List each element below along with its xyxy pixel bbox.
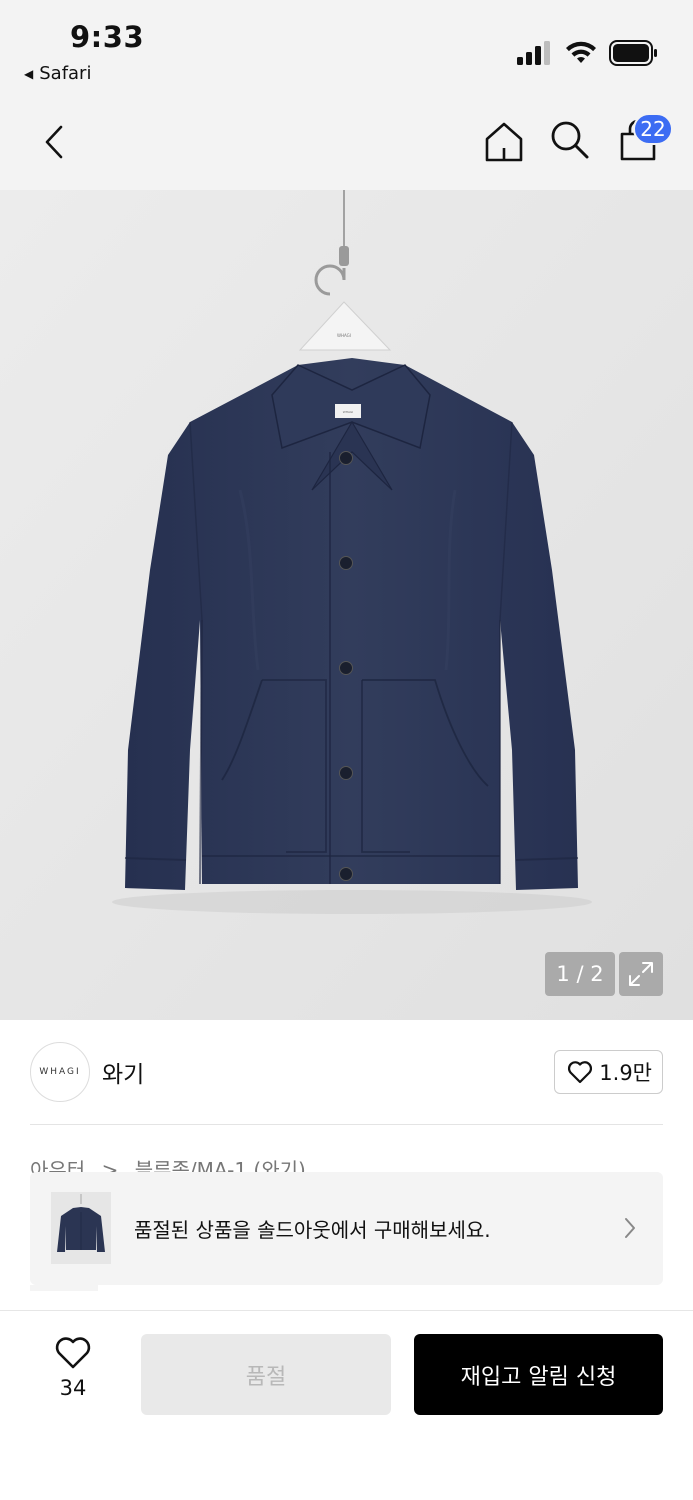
image-counter: 1 / 2 — [545, 952, 615, 996]
back-button[interactable] — [34, 120, 74, 164]
banner-tail — [30, 1285, 98, 1291]
product-image[interactable]: WHAGI WHAGI — [0, 190, 693, 1020]
search-icon — [551, 121, 589, 159]
heart-icon — [568, 1061, 593, 1084]
soldout-banner[interactable]: 품절된 상품을 솔드아웃에서 구매해보세요. — [30, 1172, 663, 1285]
divider — [30, 1124, 663, 1125]
expand-image-button[interactable] — [619, 952, 663, 996]
back-to-app-link[interactable]: ◀ Safari — [24, 63, 91, 84]
chevron-right-icon — [625, 1218, 635, 1238]
banner-text: 품절된 상품을 솔드아웃에서 구매해보세요. — [134, 1218, 491, 1242]
home-button[interactable] — [482, 120, 526, 164]
brand-name[interactable]: 와기 — [102, 1055, 144, 1089]
search-button[interactable] — [548, 118, 592, 162]
status-bar: 9:33 ◀ Safari — [0, 0, 693, 100]
hanger-tag-text: WHAGI — [337, 333, 351, 338]
expand-icon — [629, 962, 653, 986]
banner-thumbnail — [51, 1192, 111, 1264]
battery-icon — [609, 40, 657, 66]
status-icons — [517, 40, 659, 66]
wishlist-button[interactable]: 34 — [38, 1336, 108, 1416]
brand-logo[interactable]: WHAGI — [30, 1042, 90, 1102]
cart-count-badge: 22 — [633, 113, 673, 145]
restock-alert-button[interactable]: 재입고 알림 신청 — [414, 1334, 663, 1415]
brand-row: WHAGI 와기 1.9만 — [30, 1040, 663, 1104]
back-chevron-icon — [45, 125, 63, 159]
jacket-photo: WHAGI WHAGI — [0, 190, 693, 1020]
collar-label-text: WHAGI — [343, 410, 354, 414]
signal-icon — [517, 41, 550, 65]
status-time: 9:33 — [70, 20, 145, 54]
brand-like-button[interactable]: 1.9만 — [554, 1050, 663, 1094]
wishlist-count: 34 — [59, 1376, 87, 1400]
brand-like-count: 1.9만 — [599, 1061, 652, 1085]
nav-bar — [0, 100, 693, 190]
home-icon — [485, 122, 523, 162]
back-triangle-icon: ◀ — [24, 67, 34, 81]
jacket-thumbnail-image — [51, 1192, 111, 1264]
wifi-icon — [566, 41, 596, 63]
bottom-bar-divider — [0, 1310, 693, 1311]
heart-icon — [55, 1337, 91, 1369]
back-app-label: Safari — [39, 63, 92, 84]
soldout-button: 품절 — [141, 1334, 391, 1415]
